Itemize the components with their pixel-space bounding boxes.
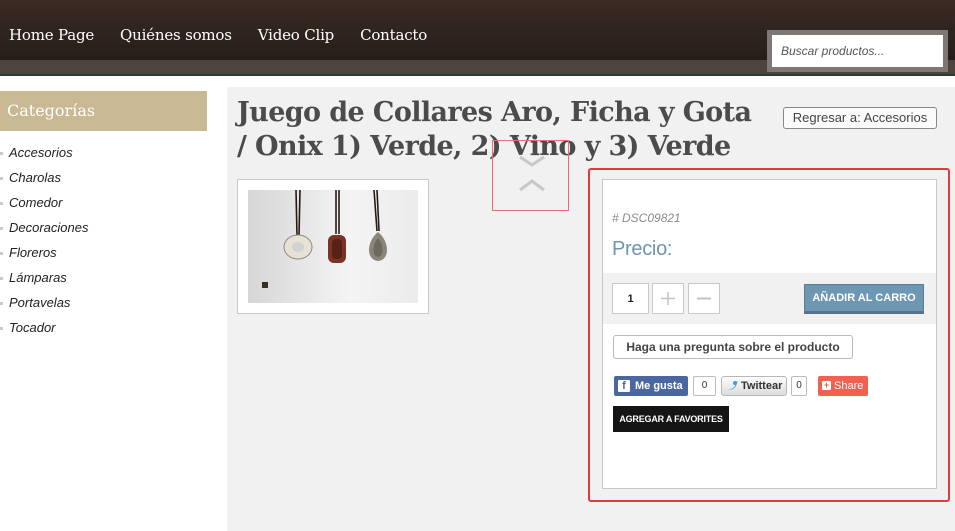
quantity-input[interactable] [612, 283, 649, 314]
category-item: Charolas [0, 170, 89, 195]
plus-square-icon: + [822, 380, 831, 390]
search-box [767, 30, 948, 72]
product-sku: # DSC09821 [612, 211, 681, 225]
category-item: Floreros [0, 245, 89, 270]
category-item: Accesorios [0, 145, 89, 170]
facebook-like-button[interactable]: f Me gusta [614, 376, 688, 396]
ask-question-button[interactable]: Haga una pregunta sobre el producto [613, 335, 853, 359]
search-input[interactable] [772, 35, 943, 67]
add-to-favorites-button[interactable]: AGREGAR A FAVORITES [613, 406, 729, 432]
plus-icon [661, 292, 675, 305]
back-to-category-button[interactable]: Regresar a: Accesorios [783, 107, 937, 129]
category-link-accesorios[interactable]: Accesorios [0, 145, 89, 161]
quantity-increase-button[interactable] [652, 283, 684, 314]
facebook-like-label: Me gusta [635, 380, 683, 392]
category-list: Accesorios Charolas Comedor Decoraciones… [0, 145, 89, 345]
category-link-decoraciones[interactable]: Decoraciones [0, 220, 89, 236]
category-link-charolas[interactable]: Charolas [0, 170, 89, 186]
share-label: Share [834, 380, 864, 392]
site-header: Home Page Quiénes somos Video Clip Conta… [0, 0, 955, 76]
facebook-like-count: 0 [693, 376, 716, 396]
product-details-panel [602, 179, 937, 489]
main-nav: Home Page Quiénes somos Video Clip Conta… [9, 26, 427, 44]
chevron-up-icon [519, 155, 545, 192]
twitter-tweet-button[interactable]: Twittear [721, 376, 787, 396]
twitter-tweet-label: Twittear [741, 380, 783, 392]
category-item: Decoraciones [0, 220, 89, 245]
nav-quienes-somos[interactable]: Quiénes somos [120, 26, 232, 44]
share-button[interactable]: + Share [818, 376, 868, 396]
twitter-tweet-count: 0 [791, 376, 807, 396]
category-item: Comedor [0, 195, 89, 220]
nav-video-clip[interactable]: Video Clip [258, 26, 335, 44]
minus-icon [697, 297, 711, 300]
add-to-cart-button[interactable]: AÑADIR AL CARRO [804, 284, 924, 314]
category-link-portavelas[interactable]: Portavelas [0, 295, 89, 311]
price-label: Precio: [612, 238, 673, 260]
scroll-to-top-button[interactable] [492, 140, 569, 211]
necklaces-illustration [262, 189, 387, 288]
product-image[interactable] [248, 189, 418, 303]
category-link-tocador[interactable]: Tocador [0, 320, 89, 336]
header-divider [0, 74, 955, 76]
nav-home-page[interactable]: Home Page [9, 26, 94, 44]
category-link-floreros[interactable]: Floreros [0, 245, 89, 261]
nav-contacto[interactable]: Contacto [360, 26, 427, 44]
twitter-bird-icon [727, 381, 738, 390]
category-item: Lámparas [0, 270, 89, 295]
category-link-lamparas[interactable]: Lámparas [0, 270, 89, 286]
category-item: Tocador [0, 320, 89, 345]
category-link-comedor[interactable]: Comedor [0, 195, 89, 211]
product-image-frame[interactable] [237, 179, 429, 314]
categories-heading: Categorías [0, 91, 207, 131]
quantity-decrease-button[interactable] [688, 283, 720, 314]
facebook-icon: f [618, 380, 630, 392]
category-item: Portavelas [0, 295, 89, 320]
